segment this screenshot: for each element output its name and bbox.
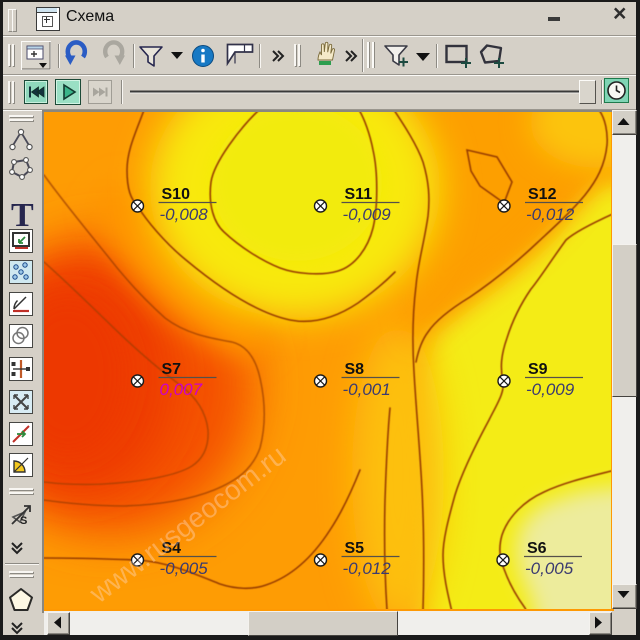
svg-text:-0,001: -0,001 <box>343 380 391 399</box>
svg-text:-0,005: -0,005 <box>160 559 209 578</box>
svg-text:S6: S6 <box>527 540 547 557</box>
svg-text:-0,008: -0,008 <box>160 205 209 224</box>
svg-text:S12: S12 <box>528 186 557 203</box>
svg-text:-0,009: -0,009 <box>526 380 575 399</box>
svg-text:S11: S11 <box>345 186 373 203</box>
svg-text:S: S <box>20 515 27 527</box>
svg-text:-0,005: -0,005 <box>525 559 574 578</box>
svg-text:S7: S7 <box>162 361 182 378</box>
svg-text:T: T <box>11 197 34 234</box>
svg-text:-0,012: -0,012 <box>343 559 392 578</box>
svg-text:S9: S9 <box>528 361 548 378</box>
svg-text:S10: S10 <box>162 186 191 203</box>
svg-text:S8: S8 <box>345 361 365 378</box>
svg-text:-0,012: -0,012 <box>526 205 575 224</box>
svg-text:0,007: 0,007 <box>160 380 203 399</box>
svg-text:-0,009: -0,009 <box>343 205 392 224</box>
svg-text:S5: S5 <box>345 540 365 557</box>
